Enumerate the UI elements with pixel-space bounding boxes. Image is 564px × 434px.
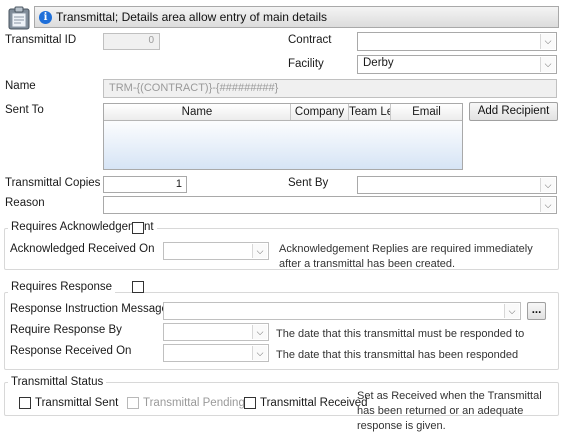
reason-select[interactable]: ⌵ bbox=[103, 196, 557, 214]
chevron-down-icon[interactable]: ⌵ bbox=[504, 304, 519, 318]
response-instruction-select[interactable]: ⌵ bbox=[163, 302, 521, 320]
status-group-title: Transmittal Status bbox=[8, 376, 107, 388]
chevron-down-icon[interactable]: ⌵ bbox=[540, 57, 555, 72]
sent-to-label: Sent To bbox=[5, 104, 44, 116]
response-received-on-hint: The date that this transmittal has been … bbox=[276, 349, 519, 361]
column-header-company[interactable]: Company bbox=[291, 104, 349, 120]
require-response-by-date[interactable]: ⌵ bbox=[163, 323, 269, 341]
response-group-title: Requires Response bbox=[8, 281, 116, 293]
contract-select[interactable]: ⌵ bbox=[357, 32, 557, 51]
name-label: Name bbox=[5, 80, 36, 92]
info-icon: i bbox=[39, 10, 52, 24]
header-bar: i Transmittal; Details area allow entry … bbox=[34, 6, 559, 28]
require-response-by-label: Require Response By bbox=[10, 324, 122, 336]
chevron-down-icon[interactable]: ⌵ bbox=[540, 198, 555, 212]
requires-response-checkbox[interactable] bbox=[132, 281, 144, 293]
transmittal-copies-label: Transmittal Copies bbox=[5, 177, 101, 189]
table-header: Name Company Team Le Email bbox=[104, 104, 462, 121]
transmittal-clipboard-icon bbox=[6, 5, 32, 31]
recipients-table[interactable]: Name Company Team Le Email bbox=[103, 103, 463, 170]
transmittal-received-checkbox[interactable] bbox=[244, 397, 256, 409]
column-header-name[interactable]: Name bbox=[104, 104, 291, 120]
chevron-down-icon[interactable]: ⌵ bbox=[252, 325, 267, 339]
transmittal-sent-checkbox[interactable] bbox=[19, 397, 31, 409]
acknowledged-received-on-label: Acknowledged Received On bbox=[10, 243, 155, 255]
chevron-down-icon[interactable]: ⌵ bbox=[252, 244, 267, 258]
sent-by-select[interactable]: ⌵ bbox=[357, 176, 557, 194]
acknowledged-received-on-date[interactable]: ⌵ bbox=[163, 242, 269, 260]
header-title: Transmittal; Details area allow entry of… bbox=[56, 10, 327, 24]
browse-button[interactable]: ... bbox=[527, 302, 546, 320]
acknowledgement-hint: Acknowledgement Replies are required imm… bbox=[279, 243, 533, 270]
facility-label: Facility bbox=[288, 58, 324, 70]
chevron-down-icon[interactable]: ⌵ bbox=[252, 346, 267, 360]
name-field: TRM-{(CONTRACT)}-{#########} bbox=[103, 79, 557, 98]
transmittal-pending-label: Transmittal Pending bbox=[143, 397, 245, 409]
requires-acknowledgement-checkbox[interactable] bbox=[132, 222, 144, 234]
transmittal-id-label: Transmittal ID bbox=[5, 34, 77, 46]
column-header-email[interactable]: Email bbox=[391, 104, 462, 120]
transmittal-pending-checkbox bbox=[127, 397, 139, 409]
status-hint: Set as Received when the Transmittal has… bbox=[357, 390, 542, 432]
reason-label: Reason bbox=[5, 197, 45, 209]
response-received-on-label: Response Received On bbox=[10, 345, 132, 357]
require-response-by-hint: The date that this transmittal must be r… bbox=[276, 328, 525, 340]
chevron-down-icon[interactable]: ⌵ bbox=[540, 34, 555, 49]
facility-select[interactable]: Derby ⌵ bbox=[357, 55, 557, 74]
transmittal-received-label: Transmittal Received bbox=[260, 397, 368, 409]
response-instruction-label: Response Instruction Message bbox=[10, 303, 168, 315]
transmittal-copies-input[interactable]: 1 bbox=[103, 176, 187, 193]
chevron-down-icon[interactable]: ⌵ bbox=[540, 178, 555, 192]
transmittal-id-field: 0 bbox=[103, 33, 160, 50]
column-header-team-leader[interactable]: Team Le bbox=[349, 104, 391, 120]
sent-by-label: Sent By bbox=[288, 177, 329, 189]
response-received-on-date[interactable]: ⌵ bbox=[163, 344, 269, 362]
transmittal-sent-label: Transmittal Sent bbox=[35, 397, 119, 409]
contract-label: Contract bbox=[288, 34, 332, 46]
add-recipient-button[interactable]: Add Recipient bbox=[469, 102, 558, 121]
